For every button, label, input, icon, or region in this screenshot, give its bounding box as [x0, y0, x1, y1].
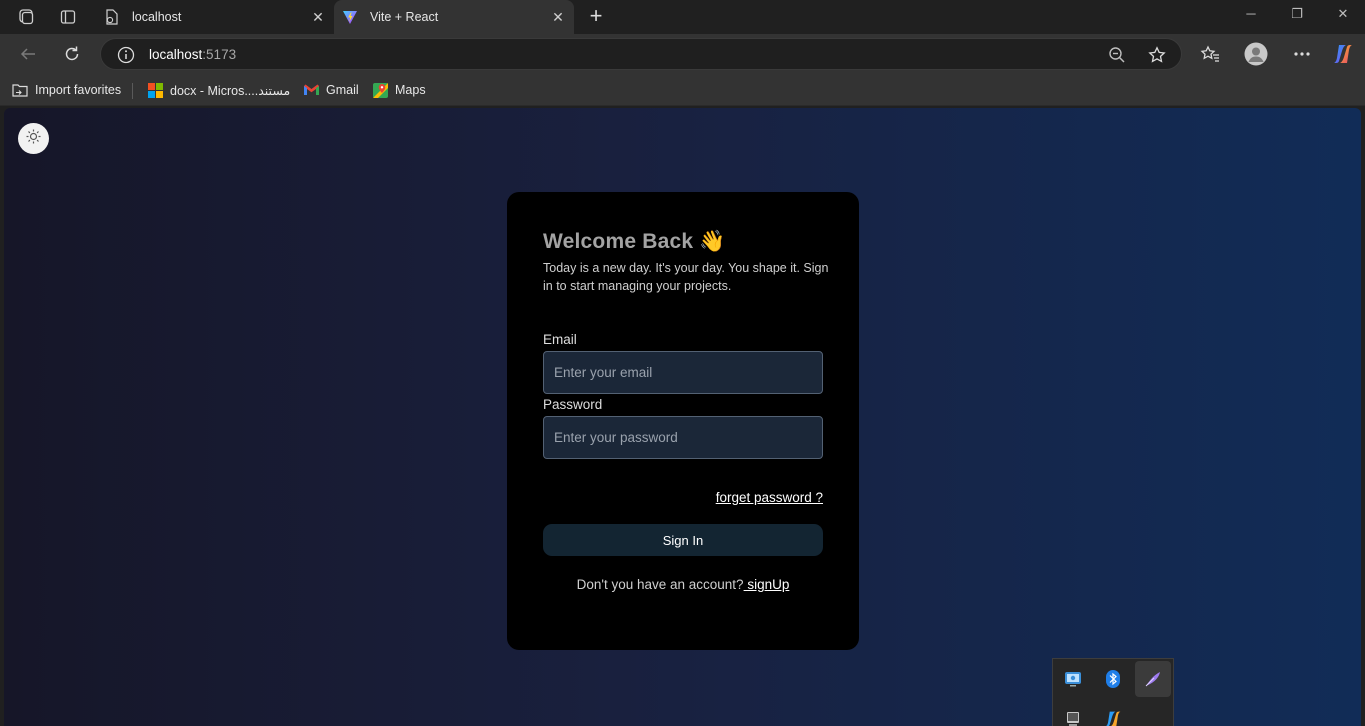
tab-strip: localhost ✕ Vite + React ✕ + ─ ❐ ✕: [0, 0, 1365, 34]
zoom-icon[interactable]: [1107, 45, 1127, 65]
tab-title: localhost: [132, 10, 182, 24]
device-icon[interactable]: [1055, 701, 1091, 726]
minimize-icon[interactable]: ─: [1236, 6, 1266, 28]
page-icon: [104, 9, 120, 25]
theme-toggle-button[interactable]: [18, 123, 49, 154]
site-info-icon[interactable]: [117, 46, 135, 64]
browser-toolbar: localhost:5173: [0, 34, 1365, 74]
reload-icon[interactable]: [59, 42, 85, 66]
favorite-maps[interactable]: Maps: [372, 81, 426, 99]
favorite-label: Gmail: [326, 83, 359, 97]
address-bar[interactable]: localhost:5173: [100, 38, 1182, 70]
page-viewport: Welcome Back 👋 Today is a new day. It's y…: [4, 108, 1361, 726]
url-text: localhost:5173: [149, 47, 237, 62]
page-subtitle: Today is a new day. It's your day. You s…: [543, 261, 829, 293]
workspaces-icon[interactable]: [14, 6, 38, 28]
tab-vite-react[interactable]: Vite + React ✕: [334, 0, 574, 34]
favorite-label: docx - Micros....مستند: [170, 83, 291, 98]
import-folder-icon: [12, 82, 28, 98]
favorites-separator: [132, 83, 133, 99]
signup-prompt: Don't you have an account? signUp: [507, 577, 859, 592]
system-tray-overflow: [1052, 658, 1174, 726]
favorite-import[interactable]: Import favorites: [12, 81, 121, 99]
email-label: Email: [543, 332, 577, 347]
tab-localhost[interactable]: localhost ✕: [96, 0, 334, 34]
sign-in-button[interactable]: Sign In: [543, 524, 823, 556]
microsoft-logo-icon: [147, 82, 163, 98]
close-window-icon[interactable]: ✕: [1328, 6, 1358, 28]
feather-app-icon[interactable]: [1135, 661, 1171, 697]
page-title: Welcome Back 👋: [543, 230, 726, 253]
restore-icon[interactable]: ❐: [1282, 6, 1312, 28]
vite-logo-icon: [342, 9, 358, 25]
favorite-docx[interactable]: docx - Micros....مستند: [147, 81, 290, 99]
maps-icon: [372, 82, 388, 98]
gmail-icon: [303, 82, 319, 98]
network-settings-icon[interactable]: [1055, 661, 1091, 697]
password-label: Password: [543, 397, 603, 412]
new-tab-icon[interactable]: +: [584, 5, 608, 29]
vertical-tabs-icon[interactable]: [56, 6, 80, 28]
favorites-icon[interactable]: [1197, 42, 1223, 66]
email-field[interactable]: [543, 351, 823, 394]
copilot-icon[interactable]: [1330, 42, 1356, 66]
browser-window: localhost ✕ Vite + React ✕ + ─ ❐ ✕ local…: [0, 0, 1365, 726]
tab-title: Vite + React: [370, 10, 439, 24]
star-icon[interactable]: [1147, 45, 1167, 65]
more-options-icon[interactable]: [1289, 42, 1315, 66]
sun-icon: [26, 129, 41, 149]
waving-hand-icon: 👋: [699, 230, 726, 253]
password-field[interactable]: [543, 416, 823, 459]
profile-avatar-icon[interactable]: [1242, 42, 1270, 66]
back-icon[interactable]: [15, 42, 41, 66]
favorite-label: Import favorites: [35, 83, 122, 97]
login-card: Welcome Back 👋 Today is a new day. It's y…: [507, 192, 859, 650]
copilot-app-icon[interactable]: [1095, 701, 1131, 726]
favorite-gmail[interactable]: Gmail: [303, 81, 359, 99]
sign-up-link[interactable]: signUp: [744, 577, 789, 592]
close-tab-icon[interactable]: ✕: [310, 9, 326, 25]
favorite-label: Maps: [395, 83, 426, 97]
favorites-bar: Import favorites docx - Micros....مستند …: [0, 74, 1365, 106]
close-tab-icon[interactable]: ✕: [550, 9, 566, 25]
bluetooth-icon[interactable]: [1095, 661, 1131, 697]
no-account-text: Don't you have an account?: [576, 577, 744, 592]
forget-password-link[interactable]: forget password ?: [716, 490, 823, 505]
